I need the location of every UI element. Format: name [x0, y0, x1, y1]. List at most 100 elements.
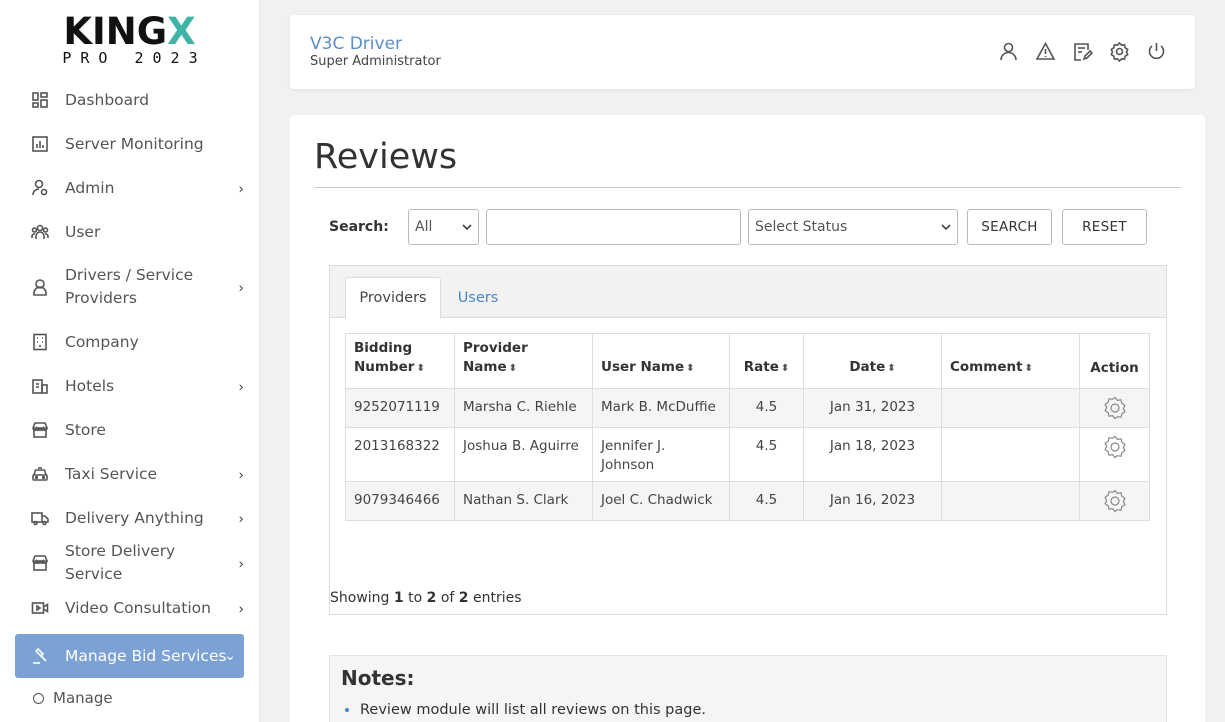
- store-icon: [31, 554, 49, 572]
- tab-users[interactable]: Users: [448, 277, 508, 319]
- sidebar-item-admin[interactable]: Admin ›: [15, 166, 244, 210]
- sidebar-item-drivers[interactable]: Drivers / Service Providers ›: [15, 254, 244, 320]
- sidebar: KINGX PRO 2023 Dashboard Server Monitori…: [0, 0, 260, 722]
- cell-comment: [941, 427, 1080, 482]
- sidebar-item-label: Dashboard: [65, 90, 150, 109]
- sidebar-nav: Dashboard Server Monitoring Admin › User…: [0, 78, 259, 678]
- chevron-right-icon: ›: [238, 181, 244, 198]
- reset-button[interactable]: RESET: [1062, 209, 1147, 245]
- circle-icon: [33, 692, 44, 704]
- reviews-panel: Providers Users Bidding Number ⬍ Provider…: [329, 265, 1167, 615]
- search-label: Search:: [329, 219, 389, 235]
- header-user-role: Super Administrator: [310, 54, 441, 69]
- sidebar-item-dashboard[interactable]: Dashboard: [15, 78, 244, 122]
- sidebar-item-video-consultation[interactable]: Video Consultation ›: [15, 586, 244, 630]
- chevron-right-icon: ›: [238, 556, 244, 573]
- logo-brand: KINGX: [63, 10, 196, 53]
- logo[interactable]: KINGX PRO 2023: [0, 0, 259, 78]
- notes-title: Notes:: [341, 666, 415, 690]
- sidebar-item-company[interactable]: Company: [15, 320, 244, 364]
- cell-rate: 4.5: [729, 481, 804, 521]
- gear-icon[interactable]: [1102, 395, 1128, 421]
- users-icon: [31, 223, 49, 241]
- hotel-icon: [31, 377, 49, 395]
- chart-icon: [31, 135, 49, 153]
- chevron-down-icon: ⌄: [224, 648, 236, 664]
- cell-rate: 4.5: [729, 388, 804, 428]
- column-header-rate[interactable]: Rate ⬍: [729, 333, 804, 389]
- sidebar-item-taxi-service[interactable]: Taxi Service ›: [15, 452, 244, 496]
- chevron-right-icon: ›: [238, 379, 244, 396]
- gear-icon[interactable]: [1102, 434, 1128, 460]
- cell-provider-name: Nathan S. Clark: [454, 481, 593, 521]
- column-header-bidding-number[interactable]: Bidding Number ⬍: [345, 333, 455, 389]
- truck-icon: [31, 509, 49, 527]
- sidebar-item-server-monitoring[interactable]: Server Monitoring: [15, 122, 244, 166]
- table-row: 9252071119 Marsha C. Riehle Mark B. McDu…: [345, 388, 1150, 428]
- cell-comment: [941, 388, 1080, 428]
- column-header-provider-name[interactable]: Provider Name ⬍: [454, 333, 593, 389]
- building-icon: [31, 333, 49, 351]
- sidebar-item-label: Taxi Service: [65, 464, 158, 483]
- column-header-comment[interactable]: Comment ⬍: [941, 333, 1080, 389]
- notes-list: Review module will list all reviews on t…: [360, 702, 706, 718]
- sidebar-item-label: Store: [65, 420, 106, 439]
- logo-subtitle: PRO 2023: [62, 49, 207, 67]
- gear-icon[interactable]: [1102, 488, 1128, 514]
- cell-user-name: Mark B. McDuffie: [592, 388, 730, 428]
- alert-icon[interactable]: [1035, 41, 1056, 62]
- sidebar-subitem-manage[interactable]: Manage: [15, 678, 259, 718]
- status-select[interactable]: Select Status: [748, 209, 958, 245]
- tab-bar: Providers Users: [330, 266, 1166, 319]
- sidebar-item-hotels[interactable]: Hotels ›: [15, 364, 244, 408]
- sort-icon: ⬍: [1024, 363, 1033, 374]
- reviews-table: Bidding Number ⬍ Provider Name ⬍ User Name…: [345, 333, 1150, 521]
- column-header-user-name[interactable]: User Name ⬍: [592, 333, 730, 389]
- status-select-value: Select Status: [755, 219, 848, 235]
- search-button[interactable]: SEARCH: [967, 209, 1052, 245]
- sidebar-item-label: Delivery Anything: [65, 508, 204, 527]
- cell-date: Jan 16, 2023: [803, 481, 942, 521]
- list-item: Review module will list all reviews on t…: [360, 702, 706, 718]
- table-row: 2013168322 Joshua B. Aguirre Jennifer J.…: [345, 427, 1150, 482]
- search-filter-value: All: [415, 219, 433, 235]
- sidebar-item-delivery-anything[interactable]: Delivery Anything ›: [15, 496, 244, 540]
- admin-user-icon: [31, 179, 49, 197]
- sort-icon: ⬍: [416, 363, 425, 374]
- search-filter-select[interactable]: All: [408, 209, 479, 245]
- title-divider: [314, 187, 1181, 188]
- power-icon[interactable]: [1146, 41, 1167, 62]
- cell-bidding-number: 2013168322: [345, 427, 455, 482]
- sidebar-item-user[interactable]: User: [15, 210, 244, 254]
- search-bar: Search: All Select Status SEARCH RESET: [329, 209, 1159, 245]
- settings-icon[interactable]: [1109, 41, 1130, 63]
- top-header: V3C Driver Super Administrator: [290, 15, 1195, 89]
- pagination-info: Showing 1 to 2 of 2 entries: [330, 590, 522, 606]
- header-user-name[interactable]: V3C Driver: [310, 34, 402, 54]
- sidebar-item-store-delivery-service[interactable]: Store Delivery Service ›: [15, 540, 244, 586]
- table-row: 9079346466 Nathan S. Clark Joel C. Chadw…: [345, 481, 1150, 521]
- search-input[interactable]: [486, 209, 741, 245]
- sort-icon: ⬍: [686, 363, 695, 374]
- column-header-action: Action: [1079, 333, 1150, 389]
- sidebar-item-label: Video Consultation: [65, 598, 211, 617]
- cell-rate: 4.5: [729, 427, 804, 482]
- header-icons: [998, 41, 1167, 63]
- cell-action: [1079, 388, 1150, 428]
- sidebar-item-manage-bid-services[interactable]: Manage Bid Services ⌄: [15, 634, 244, 678]
- edit-icon[interactable]: [1072, 41, 1094, 62]
- main-content: Reviews Search: All Select Status SEARCH…: [290, 115, 1205, 722]
- cell-user-name: Joel C. Chadwick: [592, 481, 730, 521]
- profile-icon[interactable]: [998, 41, 1019, 62]
- page-title: Reviews: [314, 137, 458, 177]
- table-header-row: Bidding Number ⬍ Provider Name ⬍ User Name…: [345, 333, 1150, 389]
- sort-icon: ⬍: [780, 363, 790, 374]
- chevron-right-icon: ›: [238, 511, 244, 528]
- sort-icon: ⬍: [887, 363, 896, 374]
- sidebar-item-label: Manage Bid Services: [65, 646, 227, 665]
- cell-user-name: Jennifer J. Johnson: [592, 427, 730, 482]
- sidebar-item-store[interactable]: Store: [15, 408, 244, 452]
- column-header-date[interactable]: Date ⬍: [803, 333, 942, 389]
- dashboard-icon: [31, 91, 49, 109]
- tab-providers[interactable]: Providers: [345, 277, 441, 319]
